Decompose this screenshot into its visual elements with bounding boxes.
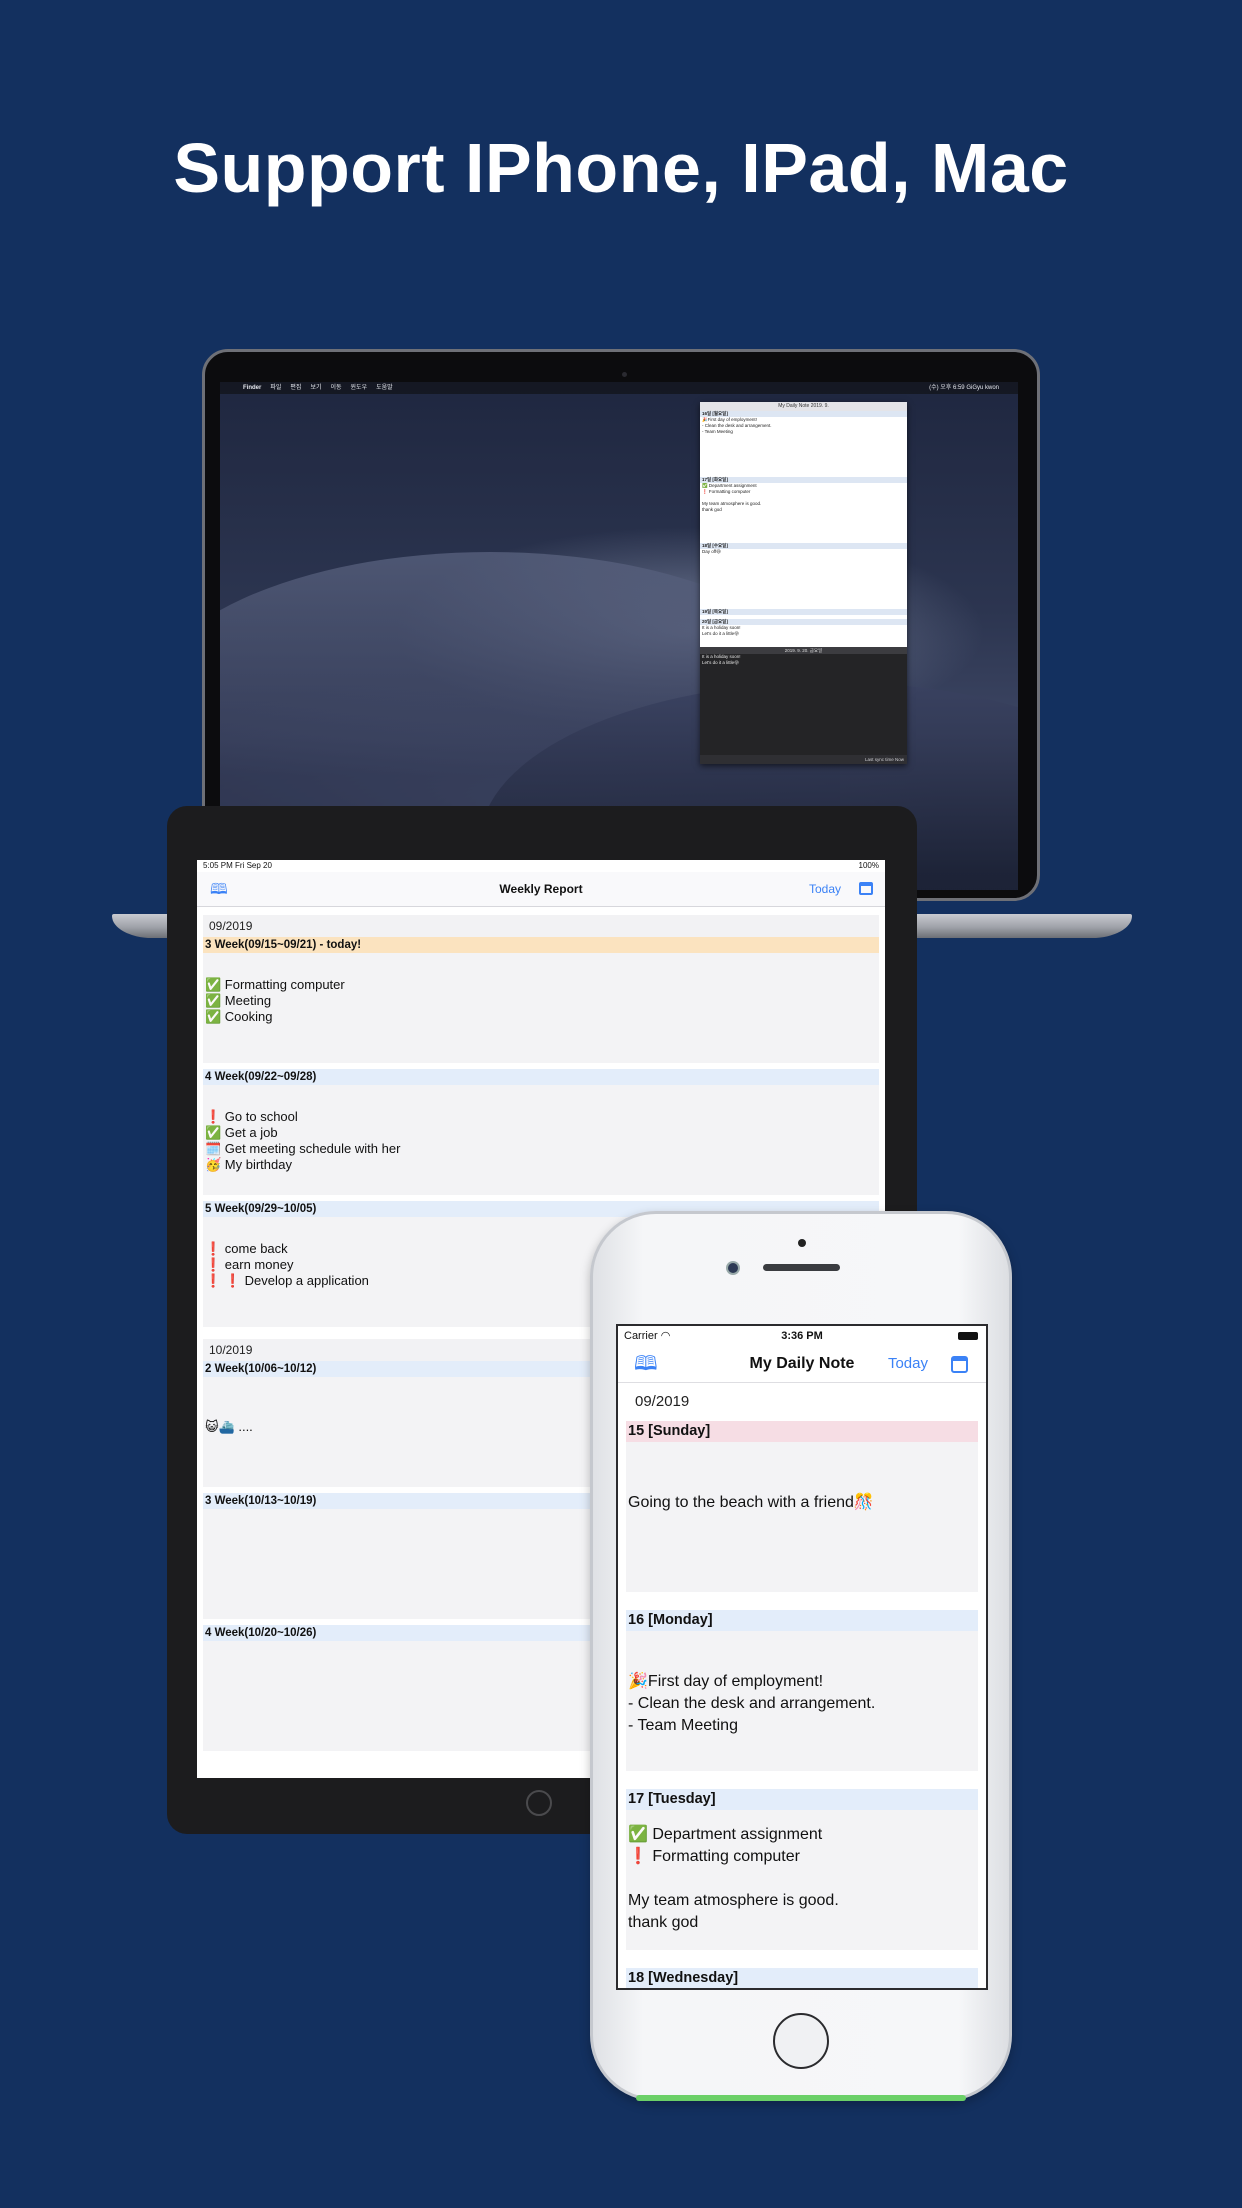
note-line: ❗ Formatting computer bbox=[628, 1848, 800, 1865]
iphone-edge-accent bbox=[636, 2095, 966, 2101]
day-notes[interactable] bbox=[626, 1989, 978, 1990]
ipad-nav-title: Weekly Report bbox=[499, 882, 583, 896]
iphone-day-list[interactable]: 15 [Sunday] Going to the beach with a fri… bbox=[618, 1421, 986, 1990]
mac-day-body[interactable]: 🎉First day of employment! - Clean the des… bbox=[700, 417, 907, 477]
day-card[interactable]: 17 [Tuesday] ✅ Department assignment ❗ For… bbox=[626, 1789, 978, 1950]
day-notes[interactable]: Going to the beach with a friend🎊 bbox=[626, 1442, 978, 1592]
note-line: 🗓️ Get meeting schedule with her bbox=[205, 1141, 401, 1156]
iphone-home-button[interactable] bbox=[773, 2013, 829, 2069]
note-line: - Team Meeting bbox=[628, 1717, 738, 1734]
week-card[interactable]: 4 Week(09/22~09/28) ❗ Go to school ✅ Get a… bbox=[203, 1069, 879, 1195]
week-card[interactable]: 3 Week(09/15~09/21) - today! ✅ Formatting… bbox=[203, 937, 879, 1063]
note-line bbox=[628, 1868, 978, 1890]
day-header: 16 [Monday] bbox=[626, 1610, 978, 1631]
mac-menu-item[interactable]: 이동 bbox=[330, 385, 341, 391]
menubar-status: (수) 오후 6:59 GiGyu kwon bbox=[929, 385, 999, 391]
day-header: 15 [Sunday] bbox=[626, 1421, 978, 1442]
note-line: My team atmosphere is good. bbox=[628, 1892, 839, 1909]
mac-menu-item[interactable]: 보기 bbox=[310, 385, 321, 391]
note-line: ✅ Get a job bbox=[205, 1125, 278, 1140]
battery-icon bbox=[958, 1332, 978, 1340]
note-line: 🎉First day of employment! bbox=[628, 1673, 824, 1690]
headline: Support IPhone, IPad, Mac bbox=[173, 129, 1069, 207]
mac-day-body[interactable]: ✅ Department assignment ❗ Formatting comp… bbox=[700, 483, 907, 543]
ipad-nav-bar: 🕮 Weekly Report Today bbox=[197, 872, 885, 907]
day-gap bbox=[618, 1592, 986, 1610]
day-notes[interactable]: ✅ Department assignment ❗ Formatting comp… bbox=[626, 1810, 978, 1950]
mac-sync-footer: Last sync time Now bbox=[700, 755, 907, 764]
mac-app-window[interactable]: My Daily Note 2019. 9. 16일 [월요일] 🎉First d… bbox=[700, 402, 907, 764]
iphone-screen: Carrier ◠ 3:36 PM 🕮 My Daily Note Today … bbox=[616, 1324, 988, 1990]
mac-menu-item[interactable]: 편집 bbox=[290, 385, 301, 391]
day-card[interactable]: 16 [Monday] 🎉First day of employment! - Cl… bbox=[626, 1610, 978, 1771]
week-notes[interactable]: ❗ Go to school ✅ Get a job 🗓️ Get meeting … bbox=[203, 1085, 879, 1195]
calendar-icon[interactable] bbox=[859, 882, 873, 895]
mac-menubar: Finder 파일 편집 보기 이동 윈도우 도움말 (수) 오후 6:59 GiGyu k… bbox=[220, 382, 1018, 394]
note-line: ❗ Go to school bbox=[205, 1109, 298, 1124]
mac-editor-title: 2019. 9. 20. 금요일 bbox=[700, 647, 907, 654]
macbook-camera bbox=[622, 372, 627, 377]
day-gap bbox=[618, 1771, 986, 1789]
iphone-nav-bar: 🕮 My Daily Note Today bbox=[618, 1346, 986, 1383]
mac-editor-line: Let's do it a little😝 bbox=[702, 660, 739, 665]
week-header: 3 Week(09/15~09/21) - today! bbox=[203, 937, 879, 953]
note-line: Going to the beach with a friend🎊 bbox=[628, 1494, 874, 1511]
mac-menu-item[interactable]: 윈도우 bbox=[351, 385, 368, 391]
note-line: ✅ Meeting bbox=[205, 993, 272, 1008]
today-button[interactable]: Today bbox=[809, 872, 841, 906]
iphone-nav-title: My Daily Note bbox=[749, 1355, 855, 1372]
mac-note-line: Day off😆 bbox=[702, 549, 721, 554]
iphone-status-bar: Carrier ◠ 3:36 PM bbox=[618, 1326, 986, 1346]
mac-note-line: Let's do it a little😝 bbox=[702, 631, 739, 636]
note-line: 🥳 My birthday bbox=[205, 1157, 292, 1172]
mac-day-body[interactable]: It is a holiday soon! Let's do it a littl… bbox=[700, 625, 907, 645]
day-notes[interactable]: 🎉First day of employment! - Clean the des… bbox=[626, 1631, 978, 1771]
iphone-camera bbox=[726, 1261, 740, 1275]
day-gap bbox=[618, 1950, 986, 1968]
day-header: 17 [Tuesday] bbox=[626, 1789, 978, 1810]
ipad-status-time: 5:05 PM Fri Sep 20 bbox=[203, 861, 272, 870]
day-card[interactable]: 15 [Sunday] Going to the beach with a fri… bbox=[626, 1421, 978, 1592]
mac-menu-item[interactable]: 도움말 bbox=[376, 385, 393, 391]
mac-day-body[interactable]: Day off😆 bbox=[700, 549, 907, 609]
month-header: 09/2019 bbox=[635, 1393, 690, 1410]
week-notes[interactable]: ✅ Formatting computer ✅ Meeting ✅ Cooking bbox=[203, 953, 879, 1063]
mac-menu-item[interactable]: 파일 bbox=[270, 385, 281, 391]
mac-menu-item[interactable]: Finder bbox=[243, 385, 261, 391]
note-line: thank god bbox=[628, 1914, 699, 1931]
week-header: 4 Week(09/22~09/28) bbox=[203, 1069, 879, 1085]
mac-note-line: - Team Meeting bbox=[702, 429, 733, 434]
note-line: ✅ Formatting computer bbox=[205, 977, 345, 992]
iphone-sensor bbox=[798, 1239, 806, 1247]
ipad-status-bar: 5:05 PM Fri Sep 20 100% bbox=[197, 860, 885, 872]
day-card[interactable]: 18 [Wednesday] bbox=[626, 1968, 978, 1990]
ipad-battery-label: 100% bbox=[858, 861, 879, 870]
mac-day-list: 16일 [월요일] 🎉First day of employment! - Clea… bbox=[700, 411, 907, 645]
day-header: 18 [Wednesday] bbox=[626, 1968, 978, 1988]
month-header: 09/2019 bbox=[203, 915, 879, 937]
calendar-icon[interactable] bbox=[951, 1356, 968, 1373]
note-line: ✅ Department assignment bbox=[628, 1826, 823, 1843]
mac-note-line: thank god bbox=[702, 507, 722, 512]
ipad-home-button[interactable] bbox=[526, 1790, 552, 1816]
mac-window-title: My Daily Note 2019. 9. bbox=[700, 402, 907, 411]
note-line: - Clean the desk and arrangement. bbox=[628, 1695, 876, 1712]
mac-editor-panel[interactable]: 2019. 9. 20. 금요일 It is a holiday soon! Le… bbox=[700, 647, 907, 764]
iphone-time: 3:36 PM bbox=[781, 1330, 823, 1342]
note-line: ✅ Cooking bbox=[205, 1009, 273, 1024]
today-button[interactable]: Today bbox=[888, 1346, 928, 1382]
iphone-speaker bbox=[763, 1264, 840, 1271]
